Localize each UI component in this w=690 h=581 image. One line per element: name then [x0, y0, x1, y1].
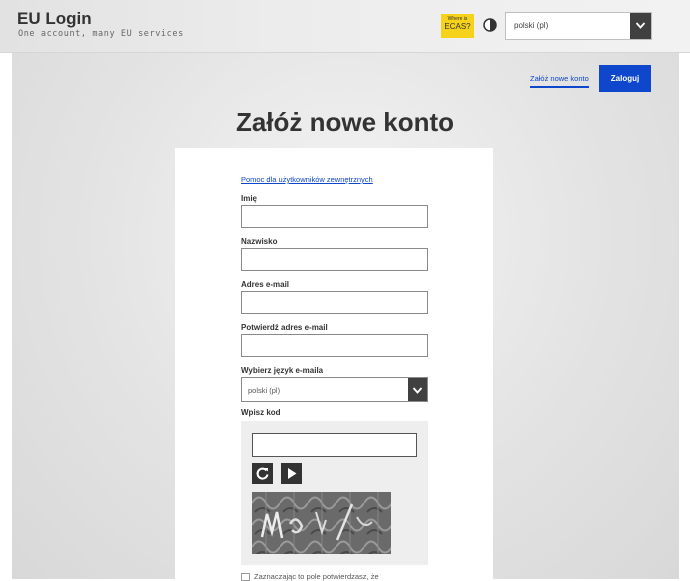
email-language-label: Wybierz język e-maila [241, 366, 324, 375]
confirm-email-field[interactable] [241, 334, 428, 357]
chevron-down-icon[interactable] [408, 378, 427, 401]
email-field[interactable] [241, 291, 428, 314]
confirmation-checkbox[interactable] [241, 573, 250, 581]
site-header: EU Login One account, many EU services W… [0, 0, 690, 53]
captcha-label: Wpisz kod [241, 408, 281, 417]
create-account-link[interactable]: Załóż nowe konto [530, 74, 589, 88]
chevron-down-icon[interactable] [630, 13, 651, 39]
first-name-field[interactable] [241, 205, 428, 228]
first-name-label: Imię [241, 194, 258, 203]
ecas-badge-line2: ECAS? [444, 22, 471, 31]
play-audio-captcha-icon[interactable] [281, 463, 302, 484]
email-language-value: polski (pl) [248, 386, 281, 395]
refresh-captcha-icon[interactable] [252, 463, 273, 484]
captcha-image [252, 492, 391, 554]
page-title: Załóż nowe konto [235, 107, 455, 137]
email-language-select[interactable]: polski (pl) [241, 377, 428, 402]
language-select-value: polski (pl) [514, 21, 549, 30]
app-title[interactable]: EU Login [17, 9, 92, 29]
last-name-field[interactable] [241, 248, 428, 271]
contrast-icon[interactable] [483, 18, 497, 32]
last-name-label: Nazwisko [241, 237, 278, 246]
external-users-help-link[interactable]: Pomoc dla użytkowników zewnętrznych [241, 175, 373, 184]
email-label: Adres e-mail [241, 280, 290, 289]
login-button[interactable]: Zaloguj [599, 65, 651, 92]
where-is-ecas-badge[interactable]: Where is ECAS? [441, 14, 474, 38]
language-select[interactable]: polski (pl) [505, 12, 652, 40]
confirmation-checkbox-label: Zaznaczając to pole potwierdzasz, że [254, 572, 379, 581]
app-subtitle: One account, many EU services [18, 29, 184, 39]
captcha-input[interactable] [252, 433, 417, 457]
confirm-email-label: Potwierdź adres e-mail [241, 323, 328, 332]
